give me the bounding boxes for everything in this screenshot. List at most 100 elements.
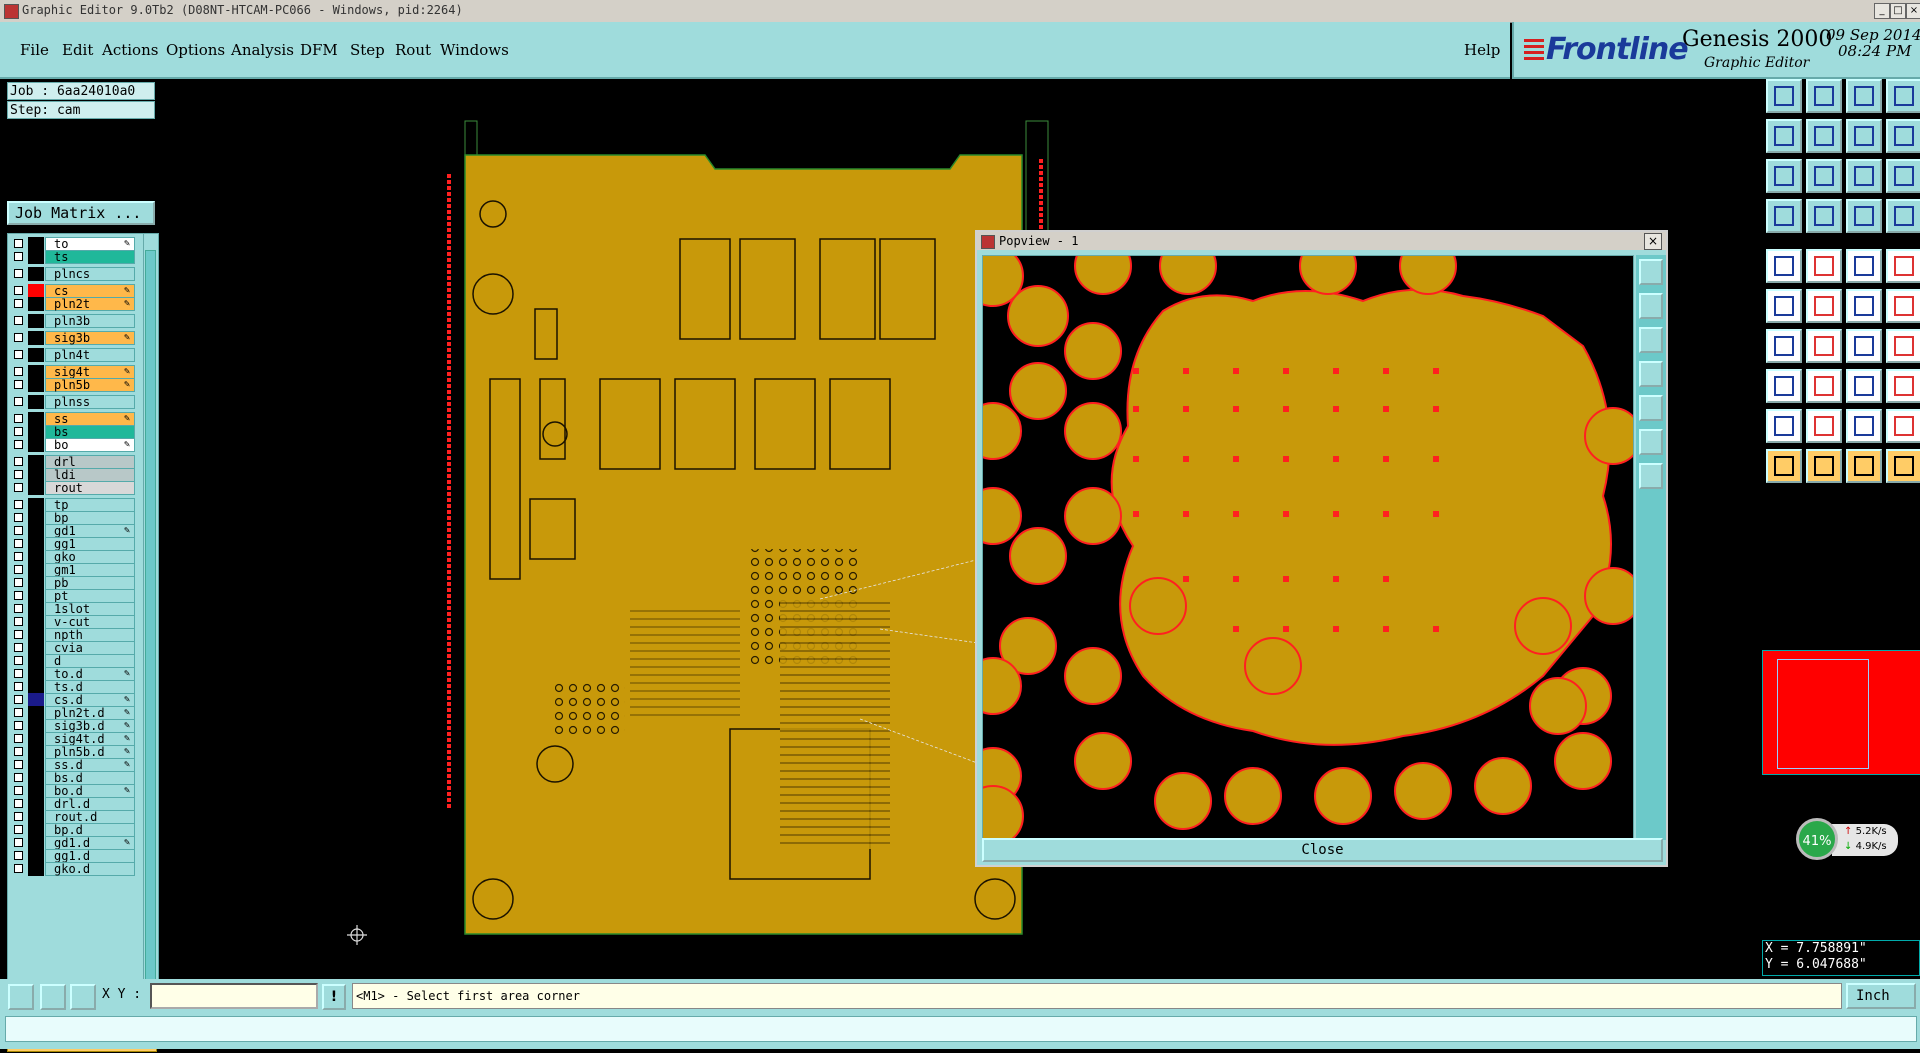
layer-color-swatch[interactable] <box>28 267 44 281</box>
layer-name[interactable]: gg1 <box>45 537 135 551</box>
layer-row-sig4t[interactable]: sig4t ✎ <box>8 365 138 379</box>
layer-name[interactable]: cvia <box>45 641 135 655</box>
layer-color-swatch[interactable] <box>28 589 44 603</box>
minimize-button[interactable]: _ <box>1874 3 1890 19</box>
xy-input[interactable] <box>150 983 318 1009</box>
popview-tool-2[interactable] <box>1639 293 1663 319</box>
layer-checkbox[interactable] <box>14 316 23 325</box>
layer-color-swatch[interactable] <box>28 576 44 590</box>
toolbar-button-r2-c3[interactable] <box>1846 119 1882 153</box>
layer-color-swatch[interactable] <box>28 348 44 362</box>
layer-row-gd1[interactable]: gd1 ✎ <box>8 524 138 538</box>
layer-row-drl-d[interactable]: drl.d <box>8 797 138 811</box>
maximize-button[interactable]: □ <box>1890 3 1906 19</box>
toolbar-button-r4-c4[interactable] <box>1886 199 1920 233</box>
layer-color-swatch[interactable] <box>28 693 44 707</box>
toolbar-button-r6-c1[interactable] <box>1766 289 1802 323</box>
layer-name[interactable]: plncs <box>45 267 135 281</box>
layer-name[interactable]: gm1 <box>45 563 135 577</box>
toolbar-button-r3-c4[interactable] <box>1886 159 1920 193</box>
snap-tool-icon[interactable] <box>8 984 34 1010</box>
layer-color-swatch[interactable] <box>28 284 44 298</box>
layer-color-swatch[interactable] <box>28 378 44 392</box>
layer-checkbox[interactable] <box>14 695 23 704</box>
layer-checkbox[interactable] <box>14 747 23 756</box>
layer-row-v-cut[interactable]: v-cut <box>8 615 138 629</box>
toolbar-button-r7-c2[interactable] <box>1806 329 1842 363</box>
layer-name[interactable]: cs.d ✎ <box>45 693 135 707</box>
layer-checkbox[interactable] <box>14 427 23 436</box>
layer-name[interactable]: ts <box>45 250 135 264</box>
layer-color-swatch[interactable] <box>28 758 44 772</box>
layer-name[interactable]: tp <box>45 498 135 512</box>
popview-canvas[interactable] <box>982 255 1634 842</box>
menu-actions[interactable]: Actions <box>102 41 158 59</box>
layer-color-swatch[interactable] <box>28 425 44 439</box>
layer-row-bo[interactable]: bo ✎ <box>8 438 138 452</box>
popview-tool-6[interactable] <box>1639 429 1663 455</box>
layer-name[interactable]: gd1 ✎ <box>45 524 135 538</box>
layer-color-swatch[interactable] <box>28 468 44 482</box>
layer-checkbox[interactable] <box>14 773 23 782</box>
layer-row-tp[interactable]: tp <box>8 498 138 512</box>
layer-row-npth[interactable]: npth <box>8 628 138 642</box>
toolbar-button-r10-c3[interactable] <box>1846 449 1882 483</box>
layer-checkbox[interactable] <box>14 269 23 278</box>
layer-checkbox[interactable] <box>14 734 23 743</box>
layer-color-swatch[interactable] <box>28 365 44 379</box>
layer-color-swatch[interactable] <box>28 745 44 759</box>
layer-name[interactable]: ts.d <box>45 680 135 694</box>
toolbar-button-r10-c4[interactable] <box>1886 449 1920 483</box>
layer-color-swatch[interactable] <box>28 680 44 694</box>
layer-name[interactable]: bp.d <box>45 823 135 837</box>
layer-checkbox[interactable] <box>14 838 23 847</box>
layer-color-swatch[interactable] <box>28 615 44 629</box>
layer-color-swatch[interactable] <box>28 237 44 251</box>
layer-checkbox[interactable] <box>14 500 23 509</box>
layer-checkbox[interactable] <box>14 299 23 308</box>
layer-name[interactable]: sig4t ✎ <box>45 365 135 379</box>
measure-tool-icon[interactable] <box>40 984 66 1010</box>
layer-name[interactable]: pln2t ✎ <box>45 297 135 311</box>
layer-checkbox[interactable] <box>14 656 23 665</box>
layer-row-gm1[interactable]: gm1 <box>8 563 138 577</box>
layer-name[interactable]: bp <box>45 511 135 525</box>
layer-row-sig4t-d[interactable]: sig4t.d ✎ <box>8 732 138 746</box>
layer-row-pln2t[interactable]: pln2t ✎ <box>8 297 138 311</box>
toolbar-button-r6-c4[interactable] <box>1886 289 1920 323</box>
layer-row-pb[interactable]: pb <box>8 576 138 590</box>
toolbar-button-r2-c4[interactable] <box>1886 119 1920 153</box>
layer-name[interactable]: pt <box>45 589 135 603</box>
layer-color-swatch[interactable] <box>28 563 44 577</box>
layer-checkbox[interactable] <box>14 414 23 423</box>
layer-row-sig3b[interactable]: sig3b ✎ <box>8 331 138 345</box>
layer-name[interactable]: to ✎ <box>45 237 135 251</box>
layer-row-bs-d[interactable]: bs.d <box>8 771 138 785</box>
layer-list-scrollbar[interactable] <box>143 234 156 1032</box>
menu-dfm[interactable]: DFM <box>300 41 338 59</box>
layer-row-ss[interactable]: ss ✎ <box>8 412 138 426</box>
layer-row-ss-d[interactable]: ss.d ✎ <box>8 758 138 772</box>
layer-checkbox[interactable] <box>14 578 23 587</box>
layer-color-swatch[interactable] <box>28 849 44 863</box>
layer-row-pln3b[interactable]: pln3b <box>8 314 138 328</box>
layer-checkbox[interactable] <box>14 864 23 873</box>
toolbar-button-r1-c1[interactable] <box>1766 79 1802 113</box>
layer-row-gg1-d[interactable]: gg1.d <box>8 849 138 863</box>
layer-checkbox[interactable] <box>14 760 23 769</box>
toolbar-button-r4-c3[interactable] <box>1846 199 1882 233</box>
layer-checkbox[interactable] <box>14 457 23 466</box>
layer-row-pt[interactable]: pt <box>8 589 138 603</box>
toolbar-button-r10-c2[interactable] <box>1806 449 1842 483</box>
toolbar-button-r4-c2[interactable] <box>1806 199 1842 233</box>
layer-checkbox[interactable] <box>14 799 23 808</box>
layer-row-bo-d[interactable]: bo.d ✎ <box>8 784 138 798</box>
layer-checkbox[interactable] <box>14 440 23 449</box>
layer-checkbox[interactable] <box>14 239 23 248</box>
layer-color-swatch[interactable] <box>28 455 44 469</box>
layer-name[interactable]: pln3b <box>45 314 135 328</box>
menu-help[interactable]: Help <box>1464 41 1500 59</box>
layer-checkbox[interactable] <box>14 786 23 795</box>
toolbar-button-r6-c2[interactable] <box>1806 289 1842 323</box>
layer-checkbox[interactable] <box>14 539 23 548</box>
